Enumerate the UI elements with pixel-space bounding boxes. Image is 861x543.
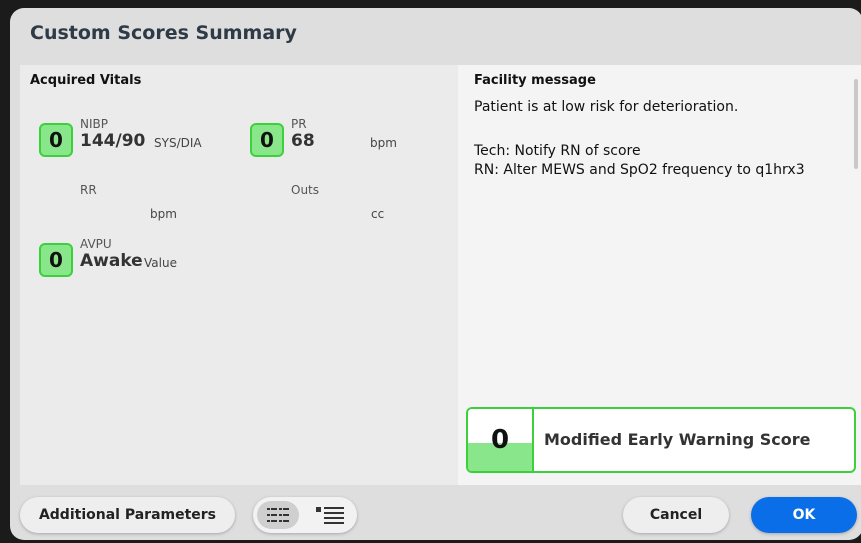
facility-message-line-2: Tech: Notify RN of score — [474, 143, 641, 159]
acquired-vitals-panel: Acquired Vitals 0 NIBP 144/90 SYS/DIA 0 … — [20, 65, 458, 485]
avpu-score-badge: 0 — [39, 243, 73, 277]
facility-message-title: Facility message — [474, 73, 596, 88]
rr-label: RR — [80, 183, 97, 197]
pr-value: 68 — [291, 131, 315, 151]
ok-button[interactable]: OK — [751, 497, 857, 533]
facility-message-line-1: Patient is at low risk for deterioration… — [474, 99, 739, 115]
mews-score-value: 0 — [468, 409, 534, 471]
acquired-vitals-title: Acquired Vitals — [30, 73, 142, 88]
view-toggle — [253, 497, 357, 533]
nibp-value: 144/90 — [80, 131, 146, 151]
mews-score-card: 0 Modified Early Warning Score — [466, 407, 856, 473]
facility-message-panel[interactable]: Facility message Patient is at low risk … — [458, 65, 861, 485]
mews-label: Modified Early Warning Score — [544, 430, 811, 449]
avpu-label: AVPU — [80, 237, 112, 251]
custom-scores-dialog: Custom Scores Summary Acquired Vitals 0 … — [10, 8, 861, 540]
cancel-button[interactable]: Cancel — [623, 497, 729, 533]
facility-message-line-3: RN: Alter MEWS and SpO2 frequency to q1h… — [474, 162, 805, 178]
grid-list-icon — [267, 508, 289, 522]
outs-unit: cc — [371, 207, 385, 221]
facility-message-scrollbar[interactable] — [854, 79, 858, 169]
nibp-unit: SYS/DIA — [154, 136, 202, 150]
grid-list-view-button[interactable] — [257, 501, 299, 529]
nibp-label: NIBP — [80, 117, 108, 131]
nibp-score-badge: 0 — [39, 123, 73, 157]
avpu-unit: Value — [144, 256, 177, 270]
pr-label: PR — [291, 117, 307, 131]
pr-unit: bpm — [370, 136, 397, 150]
pr-score-badge: 0 — [250, 123, 284, 157]
additional-parameters-button[interactable]: Additional Parameters — [20, 497, 235, 533]
rr-unit: bpm — [150, 207, 177, 221]
dialog-title: Custom Scores Summary — [30, 22, 297, 44]
avpu-value: Awake — [80, 251, 143, 271]
detail-list-view-button[interactable] — [307, 501, 353, 529]
outs-label: Outs — [291, 183, 320, 197]
detail-list-icon — [316, 507, 344, 524]
